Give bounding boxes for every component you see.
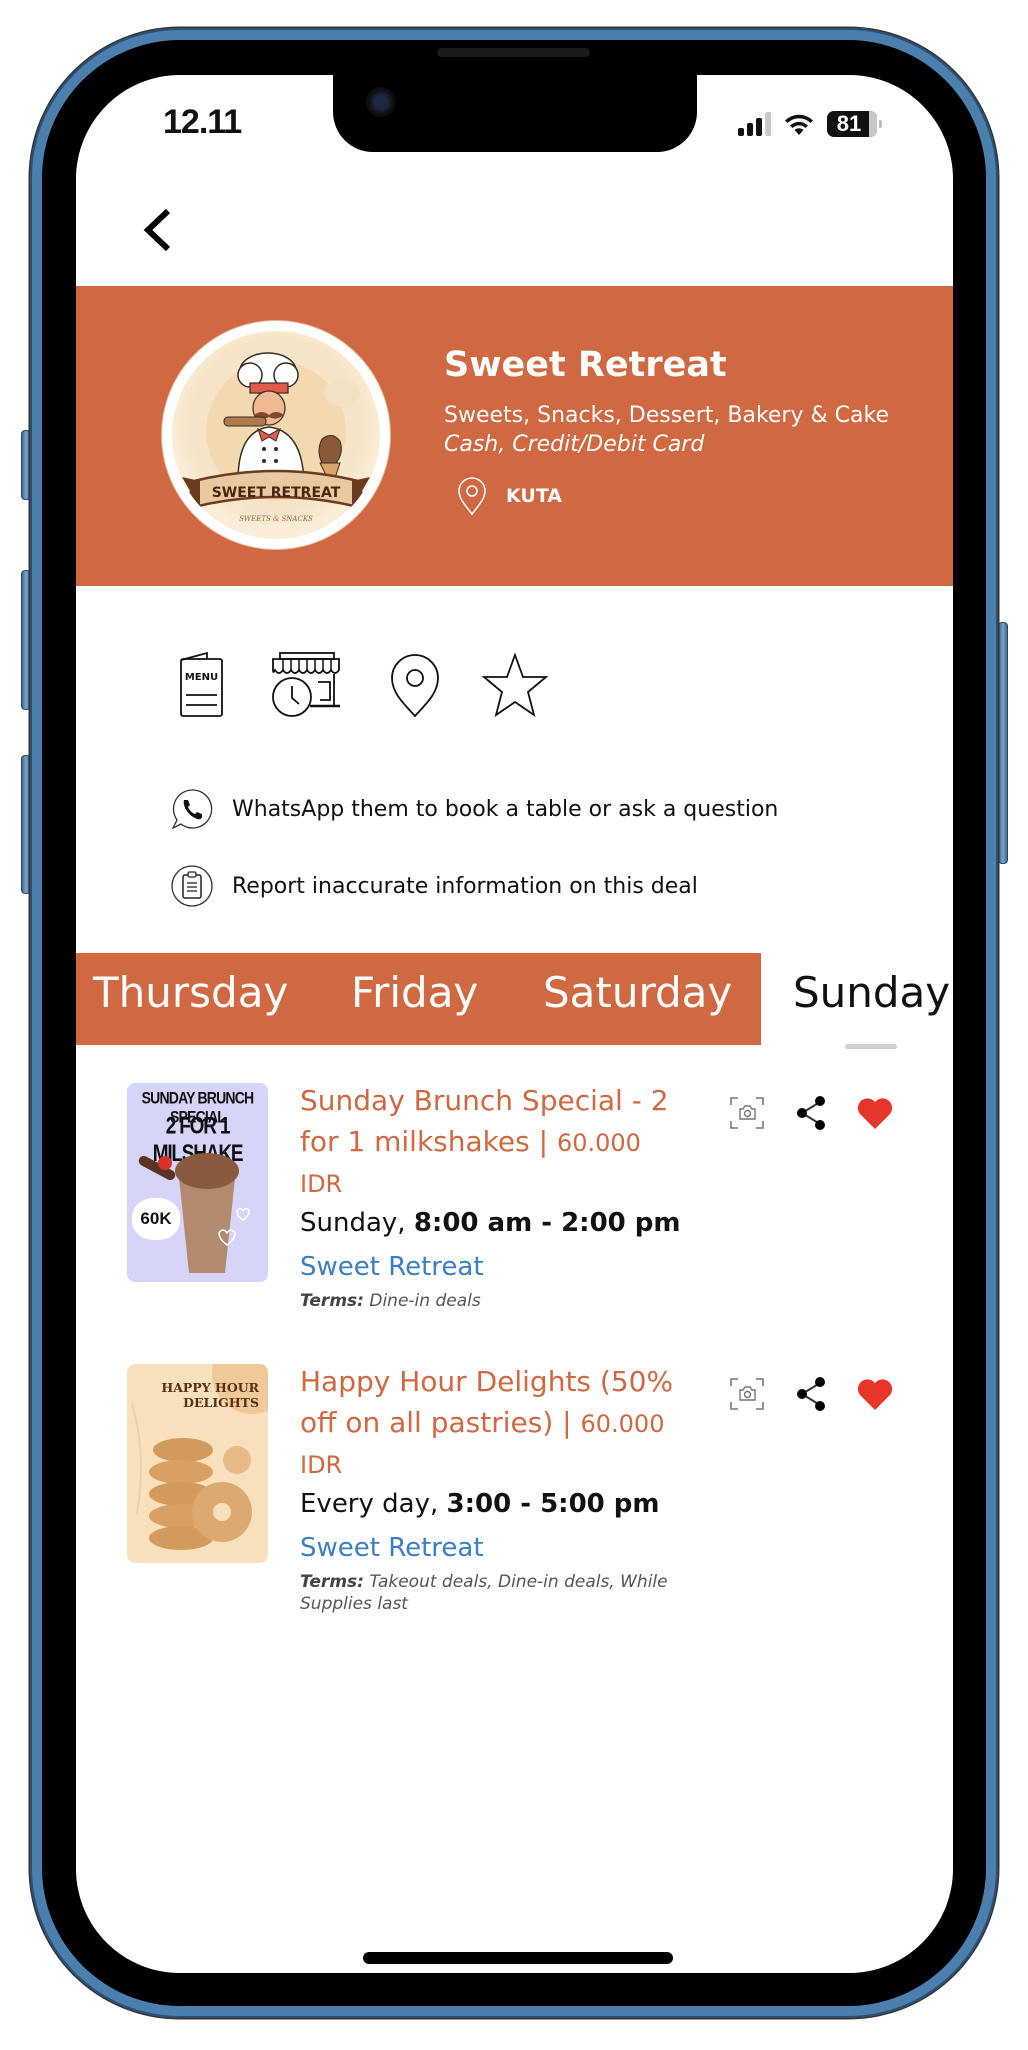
menu-button[interactable]: MENU [170, 650, 240, 720]
location-label: KUTA [506, 485, 563, 507]
deal-restaurant-link[interactable]: Sweet Retreat [300, 1533, 484, 1563]
deal-price: 60.000 [556, 1129, 641, 1157]
directions-button[interactable] [380, 650, 450, 720]
home-indicator[interactable] [363, 1952, 673, 1964]
deal-restaurant-link[interactable]: Sweet Retreat [300, 1252, 484, 1282]
logo-text: SWEET RETREAT [212, 485, 341, 501]
deal-currency: IDR [300, 1170, 343, 1198]
battery-percent: 81 [836, 111, 862, 136]
battery-icon: 81 [827, 111, 882, 137]
status-icons: 81 [738, 111, 882, 137]
deal-terms: Terms: Dine-in deals [300, 1291, 481, 1311]
tab-sunday[interactable]: Sunday [793, 968, 950, 1017]
quick-actions: MENU [170, 650, 570, 720]
tab-saturday[interactable]: Saturday [543, 968, 732, 1017]
deal-price: 60.000 [580, 1410, 665, 1438]
restaurant-location[interactable]: KUTA [456, 476, 562, 516]
deal-terms: Terms: Takeout deals, Dine-in deals, Whi… [300, 1572, 668, 1614]
restaurant-payment-methods: Cash, Credit/Debit Card [444, 432, 705, 457]
favorite-deal-button[interactable] [856, 1094, 894, 1132]
share-button[interactable] [792, 1375, 830, 1413]
store-hours-icon [272, 652, 340, 717]
share-icon [797, 1377, 825, 1411]
heart-icon [857, 1379, 893, 1410]
whatsapp-text: WhatsApp them to book a table or ask a q… [232, 796, 779, 822]
favorite-deal-button[interactable] [856, 1375, 894, 1413]
chef-illustration: SWEET RETREAT SWEETS & SNACKS [182, 352, 370, 523]
screenshot-button[interactable] [728, 1094, 766, 1132]
share-icon [797, 1096, 825, 1130]
deal-actions [728, 1375, 894, 1413]
screenshot-button[interactable] [728, 1375, 766, 1413]
signal-icon [738, 112, 771, 136]
chevron-left-icon [143, 208, 171, 252]
tab-thursday[interactable]: Thursday [93, 968, 288, 1017]
status-time: 12.11 [163, 103, 242, 141]
clipboard-icon [171, 865, 213, 907]
restaurant-name: Sweet Retreat [444, 345, 727, 385]
deal-title[interactable]: Sunday Brunch Special - 2 for 1 milkshak… [300, 1080, 705, 1164]
map-pin-icon [458, 477, 486, 516]
deal-schedule: Sunday, 8:00 am - 2:00 pm [300, 1208, 681, 1238]
heart-icon [857, 1098, 893, 1129]
whatsapp-link[interactable]: WhatsApp them to book a table or ask a q… [170, 787, 778, 831]
active-tab-indicator [845, 1044, 897, 1049]
map-pin-icon [391, 654, 439, 718]
wifi-icon [785, 114, 813, 135]
back-button[interactable] [138, 205, 178, 255]
deal-thumbnail[interactable]: SUNDAY BRUNCH SPECIAL 2 FOR 1 MILSHAKE 6… [127, 1083, 268, 1282]
share-button[interactable] [792, 1094, 830, 1132]
deal-actions [728, 1094, 894, 1132]
report-text: Report inaccurate information on this de… [232, 873, 698, 899]
store-hours-button[interactable] [270, 650, 342, 720]
camera-scan-icon [730, 1378, 764, 1410]
restaurant-categories: Sweets, Snacks, Dessert, Bakery & Cake [444, 403, 889, 428]
front-camera [366, 87, 396, 117]
deal-title[interactable]: Happy Hour Delights (50% off on all past… [300, 1361, 705, 1445]
speaker-grille [437, 48, 590, 57]
whatsapp-icon [171, 789, 213, 830]
star-icon [481, 652, 549, 718]
power-button [998, 622, 1008, 864]
menu-icon: MENU [180, 651, 223, 717]
deal-thumbnail[interactable]: HAPPY HOUR DELIGHTS [127, 1364, 268, 1563]
camera-scan-icon [730, 1097, 764, 1129]
tab-friday[interactable]: Friday [351, 968, 478, 1017]
deal-schedule: Every day, 3:00 - 5:00 pm [300, 1489, 660, 1519]
report-link[interactable]: Report inaccurate information on this de… [170, 864, 698, 908]
logo-subtext: SWEETS & SNACKS [239, 515, 313, 523]
svg-text:MENU: MENU [185, 672, 218, 683]
deal-currency: IDR [300, 1451, 343, 1479]
favorite-restaurant-button[interactable] [480, 650, 550, 720]
restaurant-logo: SWEET RETREAT SWEETS & SNACKS [162, 321, 390, 549]
